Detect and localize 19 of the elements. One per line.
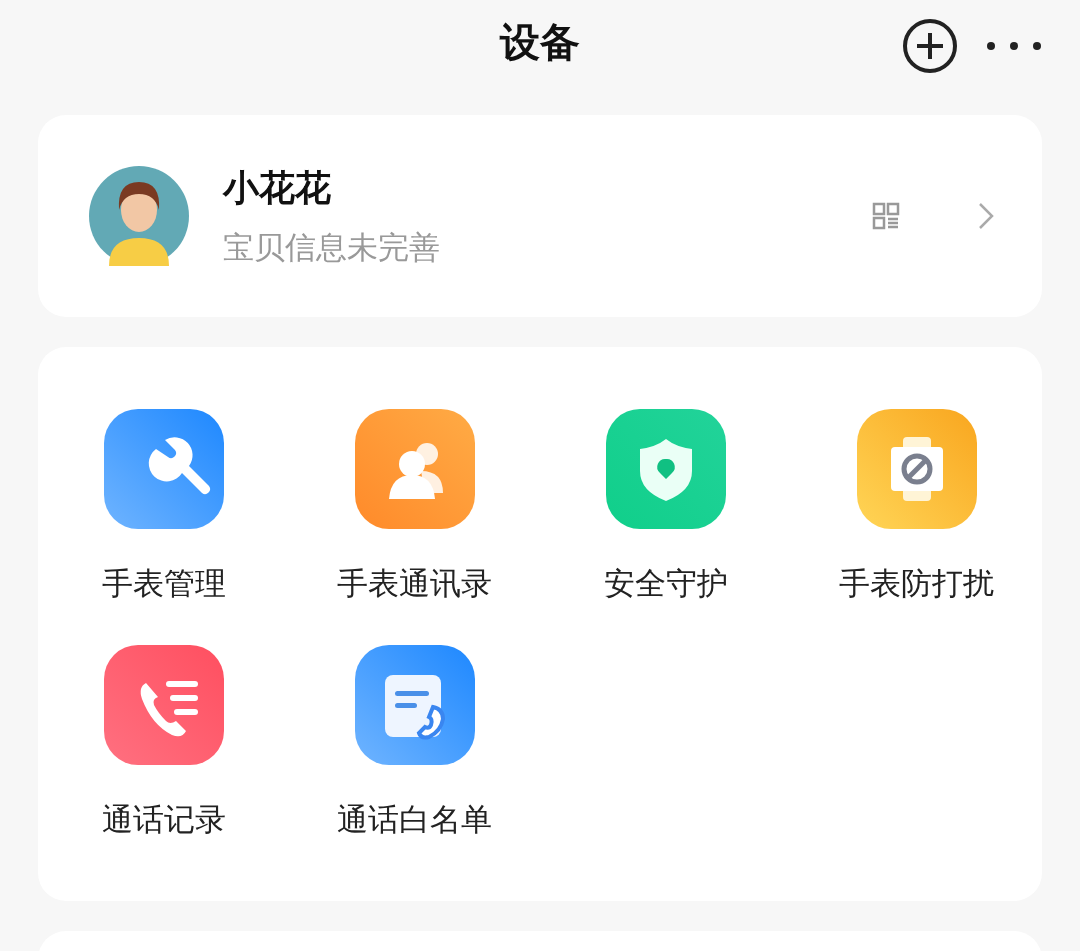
- feature-item[interactable]: 安全守护: [540, 409, 791, 605]
- phone-list-icon: [103, 645, 224, 765]
- shield-icon: [605, 409, 726, 529]
- profile-status: 宝贝信息未完善: [223, 227, 441, 267]
- page-title: 设备: [500, 18, 580, 67]
- feature-item[interactable]: 手表管理: [38, 409, 289, 605]
- phone-document-icon: [354, 645, 475, 765]
- watch-icon: [856, 409, 977, 529]
- qr-code-icon[interactable]: [872, 202, 900, 230]
- feature-item[interactable]: 通话白名单: [289, 645, 540, 841]
- people-icon: [354, 409, 475, 529]
- profile-card[interactable]: 小花花 宝贝信息未完善: [38, 115, 1042, 317]
- feature-item[interactable]: 通话记录: [38, 645, 289, 841]
- wrench-icon: [103, 409, 224, 529]
- more-icon[interactable]: [986, 40, 1042, 52]
- add-icon[interactable]: [902, 18, 958, 74]
- feature-item[interactable]: 手表通讯录: [289, 409, 540, 605]
- profile-name: 小花花: [223, 165, 332, 210]
- feature-item[interactable]: 手表防打扰: [791, 409, 1042, 605]
